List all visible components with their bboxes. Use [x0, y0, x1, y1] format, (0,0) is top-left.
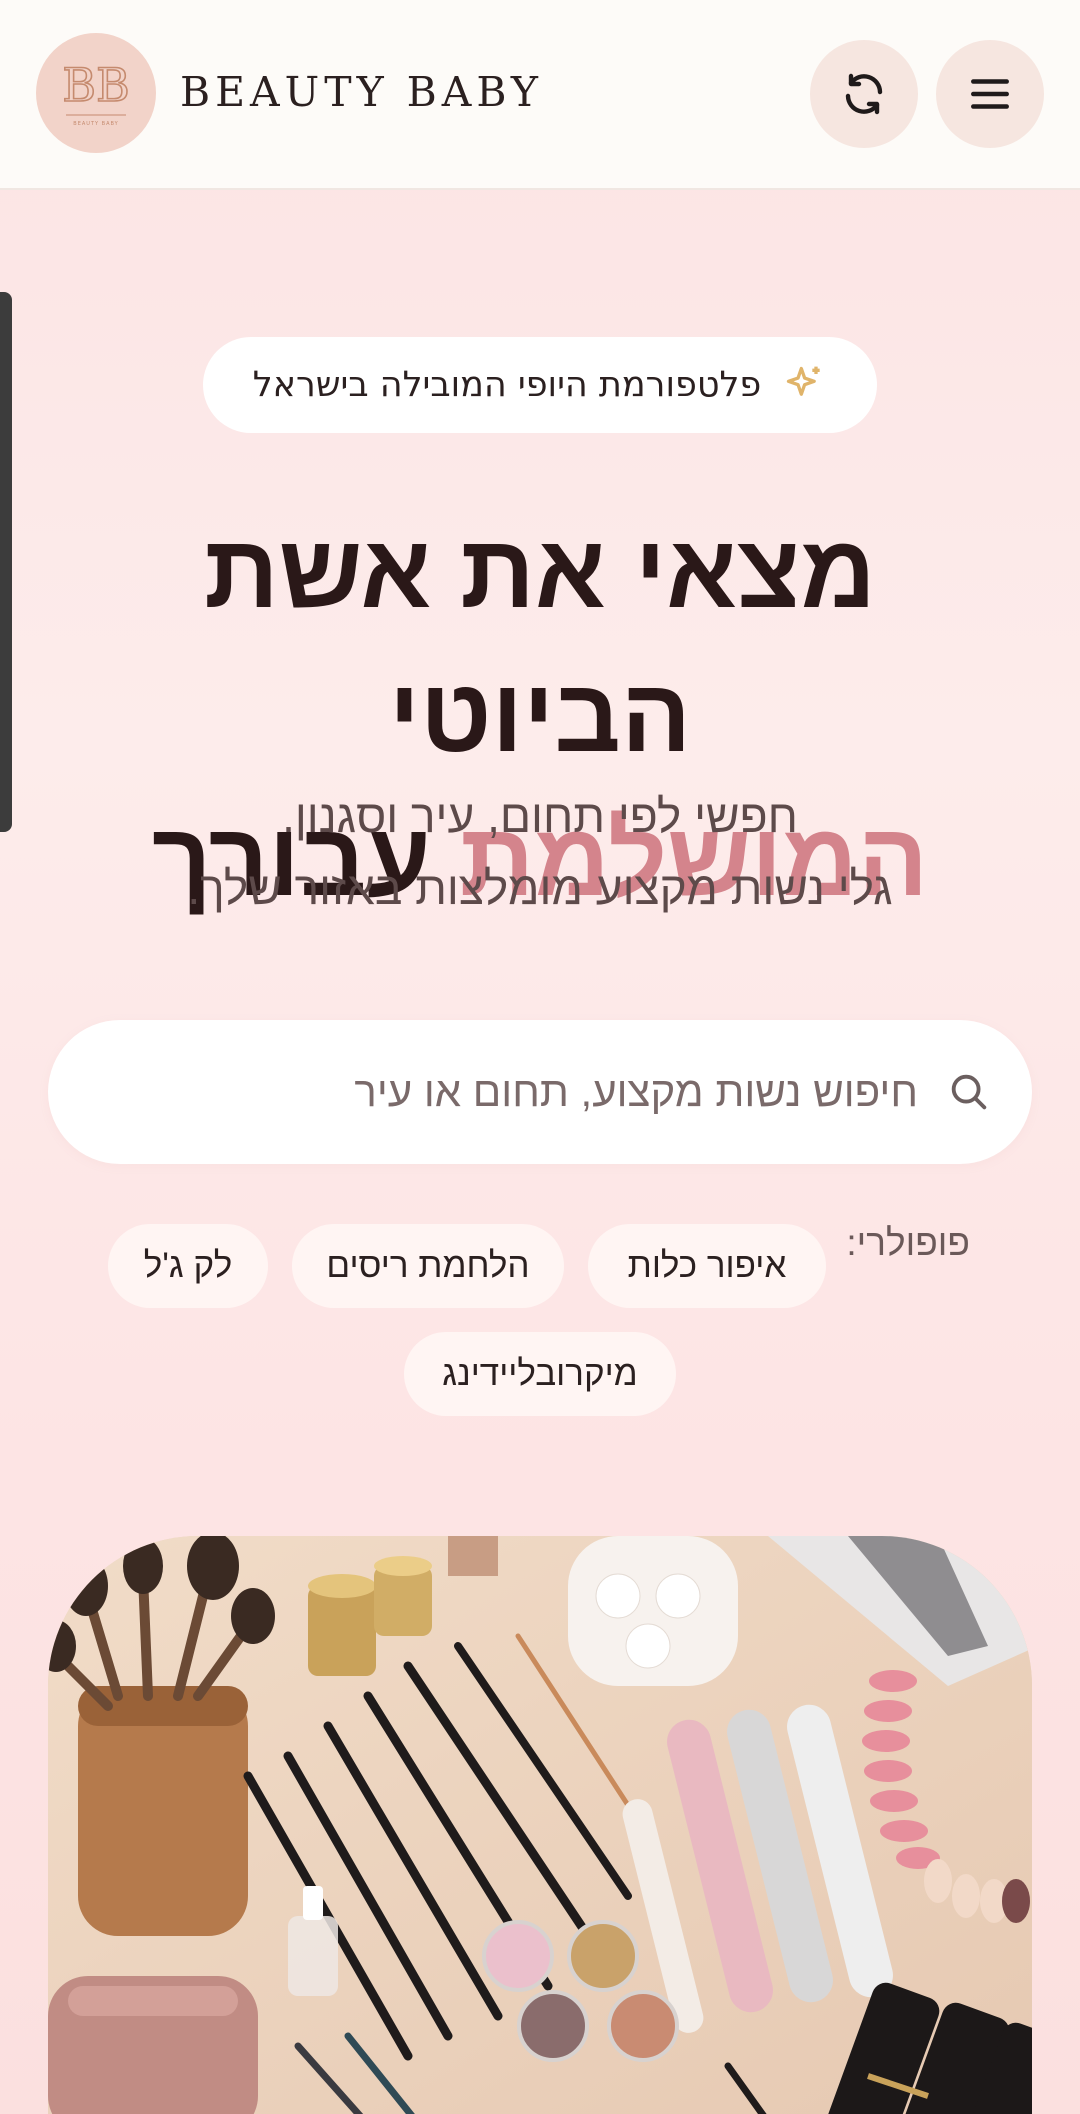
svg-text:BEAUTY BABY: BEAUTY BABY	[73, 121, 118, 127]
subtitle-line2: גלי נשות מקצוע מומלצות באזור שלך.	[187, 862, 893, 914]
logo[interactable]: BB BEAUTY BABY	[36, 33, 156, 153]
popular-label: פופולרי:	[846, 1222, 970, 1263]
search-bar[interactable]	[48, 1020, 1032, 1164]
search-input[interactable]	[98, 1068, 918, 1116]
hero-badge: פלטפורמת היופי המובילה בישראל	[203, 337, 877, 433]
popular-chip-gel-polish[interactable]: לק ג'ל	[108, 1224, 268, 1308]
popular-chip-bridal-makeup[interactable]: איפור כלות	[588, 1224, 826, 1308]
svg-text:BB: BB	[62, 58, 130, 112]
menu-button[interactable]	[936, 40, 1044, 148]
popular-chip-lash-extensions[interactable]: הלחמת ריסים	[292, 1224, 564, 1308]
sparkle-icon	[787, 366, 820, 396]
refresh-icon	[845, 73, 883, 115]
site-header: BB BEAUTY BABY BEAUTY BABY	[0, 0, 1080, 190]
hero-image	[48, 1536, 1032, 2114]
white-palette	[568, 1536, 738, 1686]
subtitle-line1: חפשי לפי תחום, עיר וסגנון.	[282, 790, 798, 842]
beauty-tools-illustration	[48, 1536, 1032, 2114]
side-scroll-handle[interactable]	[0, 292, 12, 832]
hamburger-menu-icon	[971, 79, 1009, 109]
headline-line1: מצאי את אשת הביוטי	[204, 514, 876, 774]
brand-name: BEAUTY BABY	[180, 68, 543, 116]
pink-pouch	[48, 1976, 258, 2114]
refresh-button[interactable]	[810, 40, 918, 148]
hero-badge-text: פלטפורמת היופי המובילה בישראל	[252, 365, 762, 405]
search-icon[interactable]	[946, 1069, 992, 1115]
popular-chip-microblading[interactable]: מיקרובליידינג	[404, 1332, 676, 1416]
hero-subtitle: חפשי לפי תחום, עיר וסגנון. גלי נשות מקצו…	[60, 780, 1020, 924]
logo-mark: BB BEAUTY BABY	[61, 57, 130, 127]
